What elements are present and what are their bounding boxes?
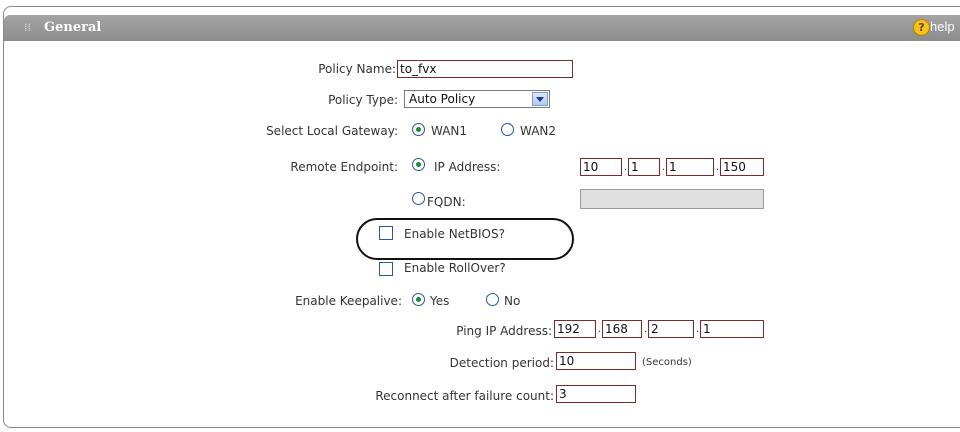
policy-type-label: Policy Type: (328, 93, 398, 107)
ip-dot: . (598, 324, 602, 335)
reconnect-label: Reconnect after failure count: (375, 389, 554, 403)
policy-name-input[interactable]: to_fvx (397, 60, 573, 78)
ping-ip-octet-2[interactable]: 168 (602, 320, 642, 338)
help-link[interactable]: help (930, 19, 955, 34)
remote-ip-octet-2[interactable]: 1 (628, 158, 660, 176)
radio-wan2-label: WAN2 (520, 124, 557, 138)
keepalive-label: Enable Keepalive: (295, 294, 402, 308)
ip-dot: . (644, 324, 648, 335)
radio-fqdn[interactable] (412, 192, 425, 205)
ip-address-label: IP Address: (434, 160, 501, 174)
rollover-checkbox[interactable] (379, 262, 393, 276)
radio-wan2[interactable] (501, 123, 514, 136)
radio-keepalive-yes[interactable] (412, 293, 425, 306)
netbios-label: Enable NetBIOS? (404, 227, 505, 241)
policy-type-select[interactable]: Auto Policy (404, 90, 550, 108)
ping-ip-octet-1[interactable]: 192 (554, 320, 596, 338)
remote-ip-octet-3[interactable]: 1 (666, 158, 714, 176)
keepalive-no-label: No (504, 294, 521, 308)
ping-ip-octet-3[interactable]: 2 (648, 320, 694, 338)
radio-ip-address[interactable] (412, 158, 425, 171)
policy-name-label: Policy Name: (318, 62, 396, 76)
remote-ip-octet-4[interactable]: 150 (720, 158, 764, 176)
ping-ip-label: Ping IP Address: (456, 324, 552, 338)
ip-dot: . (624, 162, 628, 173)
radio-keepalive-no[interactable] (486, 293, 499, 306)
section-header: ⁞⁞ General (4, 15, 960, 41)
ip-dot: . (696, 324, 700, 335)
rollover-label: Enable RollOver? (404, 261, 506, 275)
radio-wan1[interactable] (412, 123, 425, 136)
fqdn-label: FQDN: (427, 195, 466, 209)
section-title: General (44, 20, 102, 35)
radio-wan1-label: WAN1 (431, 124, 468, 138)
fqdn-input[interactable] (580, 189, 764, 209)
detection-period-label: Detection period: (449, 356, 554, 370)
detection-period-input[interactable]: 10 (556, 352, 636, 370)
grip-icon: ⁞⁞ (24, 21, 31, 34)
ping-ip-octet-4[interactable]: 1 (700, 320, 764, 338)
help-icon[interactable]: ? (913, 19, 930, 36)
netbios-checkbox[interactable] (379, 226, 393, 240)
ip-dot: . (662, 162, 666, 173)
chevron-down-icon[interactable] (532, 92, 548, 106)
policy-type-value: Auto Policy (409, 92, 476, 106)
detection-unit: (Seconds) (642, 357, 692, 368)
keepalive-yes-label: Yes (430, 294, 450, 308)
ip-dot: . (716, 162, 720, 173)
remote-ip-octet-1[interactable]: 10 (580, 158, 622, 176)
local-gateway-label: Select Local Gateway: (266, 124, 398, 138)
reconnect-input[interactable]: 3 (556, 385, 636, 403)
remote-endpoint-label: Remote Endpoint: (290, 160, 398, 174)
